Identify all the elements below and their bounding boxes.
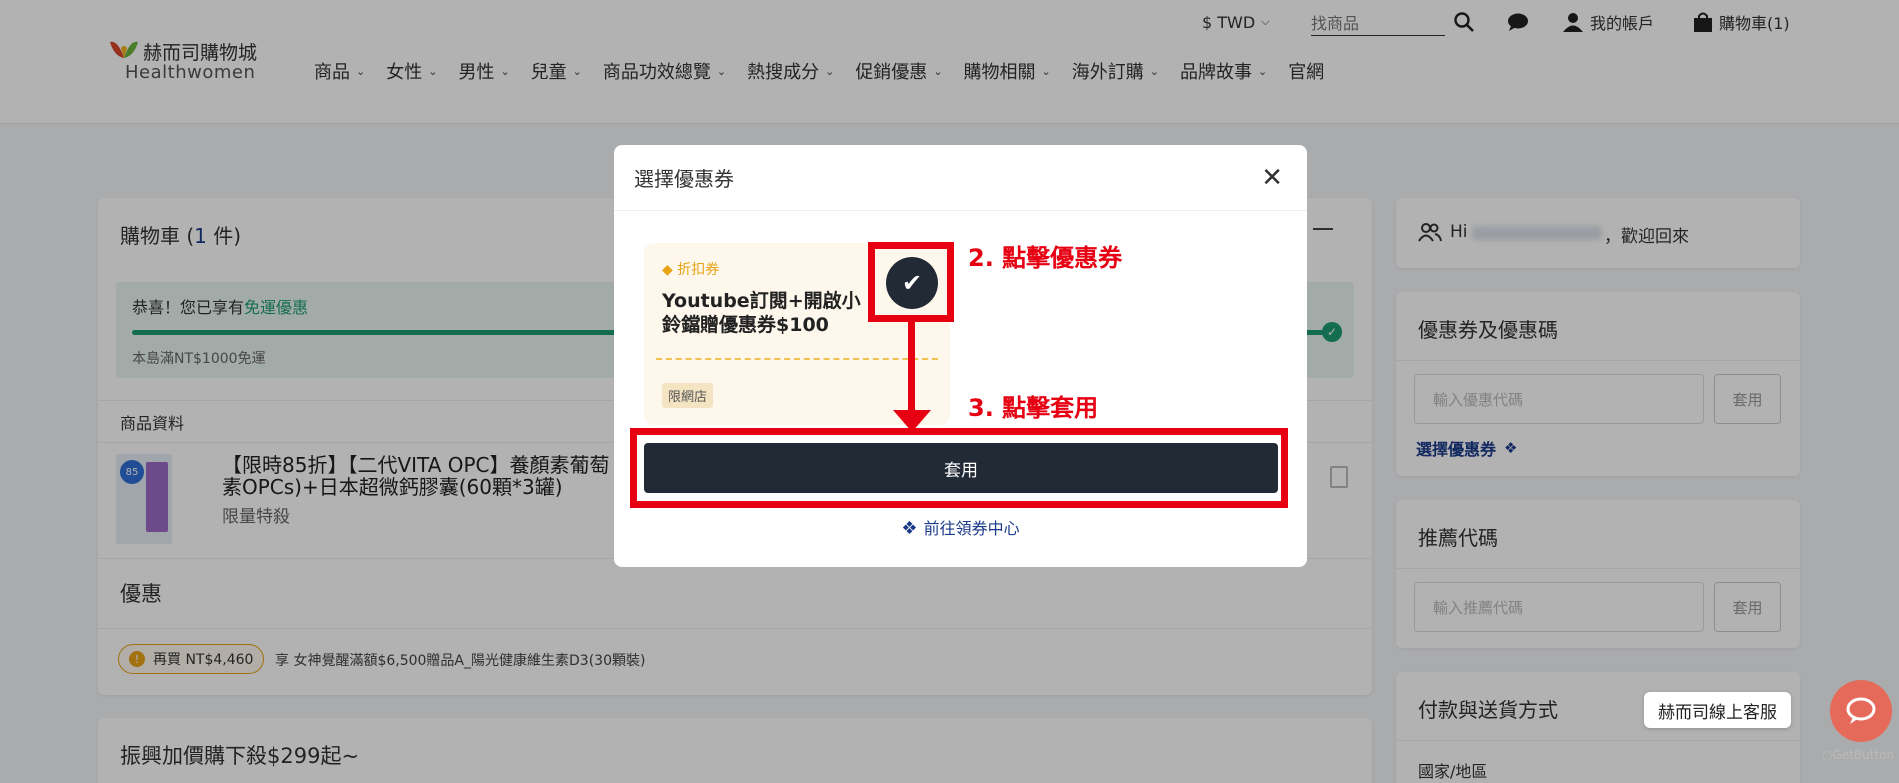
- chat-label[interactable]: 赫而司線上客服: [1644, 692, 1791, 728]
- annotation-step2: 2. 點擊優惠券: [968, 244, 1123, 272]
- coupon-name-line1: Youtube訂閱+開啟小: [662, 290, 861, 312]
- coupon-limit: 限網店: [662, 383, 714, 408]
- close-icon[interactable]: ✕: [1261, 165, 1283, 191]
- ticket-icon: ❖: [901, 518, 918, 539]
- annotation-step3: 3. 點擊套用: [968, 394, 1099, 422]
- coupon-type-label: 折扣券: [677, 262, 720, 278]
- chat-widget-button[interactable]: [1830, 680, 1892, 742]
- goto-coupon-center-link[interactable]: ❖ 前往領券中心: [614, 515, 1307, 539]
- tag-icon: ◆: [662, 262, 678, 278]
- getbutton-logo-icon: ○: [1822, 748, 1833, 762]
- getbutton-credit: ○GetButton: [1822, 748, 1894, 762]
- coupon-name: Youtube訂閱+開啟小 鈴鐺贈優惠券$100: [662, 289, 902, 337]
- modal-header: 選擇優惠券: [614, 145, 1307, 211]
- coupon-name-line2: 鈴鐺贈優惠券$100: [662, 314, 829, 336]
- coupon-divider: [656, 358, 938, 360]
- annotation-box-apply: [630, 428, 1288, 508]
- coupon-type: ◆ 折扣券: [662, 259, 719, 279]
- modal-title: 選擇優惠券: [634, 167, 734, 191]
- goto-coupon-center-label: 前往領券中心: [923, 519, 1020, 538]
- getbutton-label: GetButton: [1832, 748, 1895, 762]
- annotation-arrow-shaft: [908, 322, 915, 410]
- annotation-box-coupon: [868, 242, 954, 322]
- chat-icon: [1846, 697, 1876, 724]
